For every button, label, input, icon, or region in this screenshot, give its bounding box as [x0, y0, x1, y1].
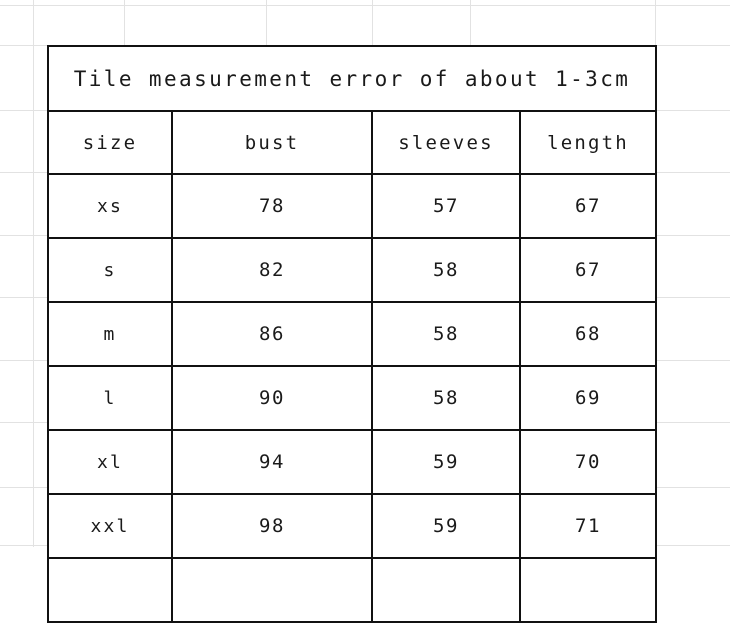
column-header-length: length	[518, 110, 658, 175]
grid-line-vertical-0	[33, 0, 34, 547]
cell-size: l	[47, 365, 173, 431]
cell-length: 67	[518, 173, 658, 239]
cell-bust	[171, 557, 373, 623]
cell-length: 70	[518, 429, 658, 495]
cell-sleeves: 57	[371, 173, 521, 239]
column-header-sleeves: sleeves	[371, 110, 521, 175]
table-row: m 86 58 68	[47, 301, 658, 367]
size-chart-container: Tile measurement error of about 1-3cm si…	[46, 45, 658, 623]
cell-bust: 90	[171, 365, 373, 431]
column-header-size: size	[47, 110, 173, 175]
cell-length: 68	[518, 301, 658, 367]
cell-sleeves: 58	[371, 301, 521, 367]
cell-size: xxl	[47, 493, 173, 559]
measurement-note: Tile measurement error of about 1-3cm	[46, 45, 658, 112]
cell-sleeves: 59	[371, 429, 521, 495]
cell-bust: 82	[171, 237, 373, 303]
table-row: s 82 58 67	[47, 237, 658, 303]
cell-sleeves	[371, 557, 521, 623]
cell-size: xs	[47, 173, 173, 239]
cell-bust: 94	[171, 429, 373, 495]
size-chart-table: Tile measurement error of about 1-3cm si…	[46, 45, 658, 623]
table-header-row: size bust sleeves length	[47, 110, 658, 175]
cell-length: 71	[518, 493, 658, 559]
cell-size: s	[47, 237, 173, 303]
cell-bust: 86	[171, 301, 373, 367]
cell-bust: 98	[171, 493, 373, 559]
cell-size: xl	[47, 429, 173, 495]
table-title-row: Tile measurement error of about 1-3cm	[46, 45, 658, 112]
cell-length	[518, 557, 658, 623]
cell-size	[47, 557, 173, 623]
table-row: l 90 58 69	[47, 365, 658, 431]
table-row: xxl 98 59 71	[47, 493, 658, 559]
cell-size: m	[47, 301, 173, 367]
table-row: xl 94 59 70	[47, 429, 658, 495]
grid-line-horizontal-0	[0, 5, 730, 6]
cell-length: 67	[518, 237, 658, 303]
table-row: xs 78 57 67	[47, 173, 658, 239]
table-row	[47, 557, 658, 623]
cell-length: 69	[518, 365, 658, 431]
cell-sleeves: 58	[371, 237, 521, 303]
cell-bust: 78	[171, 173, 373, 239]
column-header-bust: bust	[171, 110, 373, 175]
cell-sleeves: 59	[371, 493, 521, 559]
size-chart-body: Tile measurement error of about 1-3cm si…	[46, 45, 658, 623]
cell-sleeves: 58	[371, 365, 521, 431]
